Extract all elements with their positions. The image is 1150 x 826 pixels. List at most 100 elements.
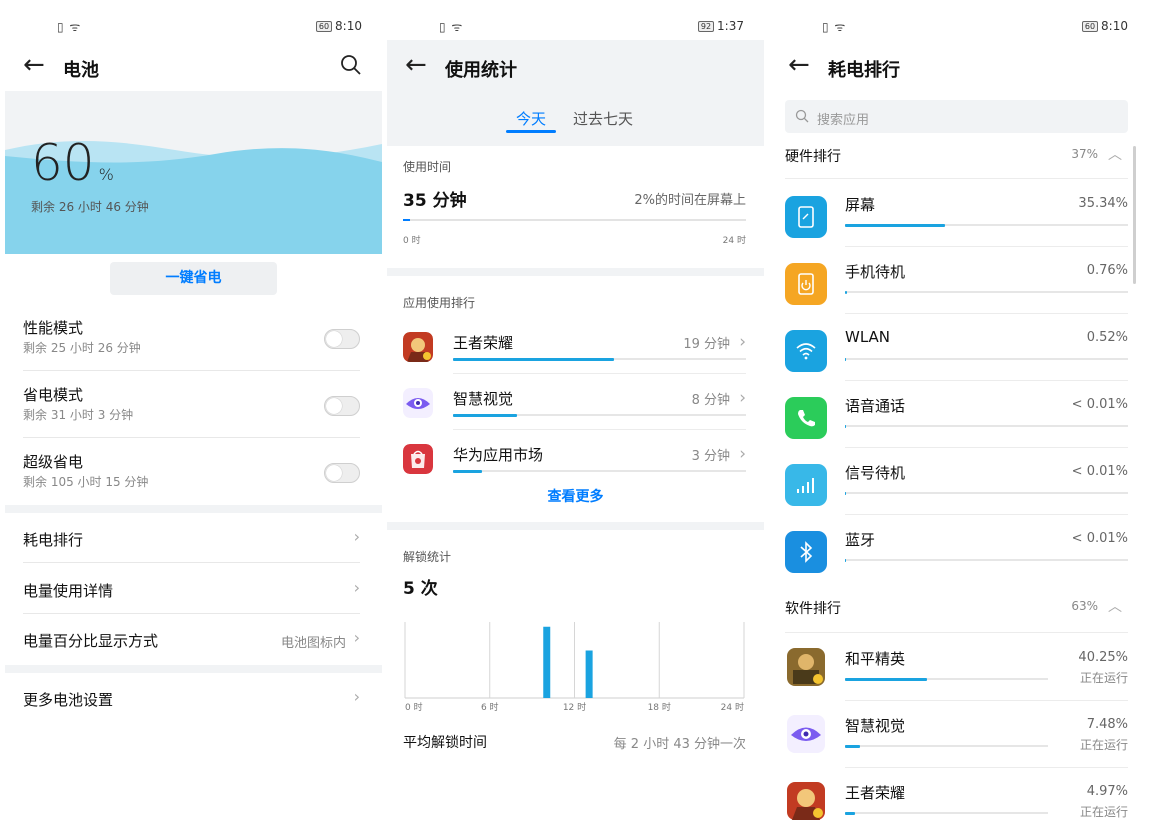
app-header: ← 耗电排行 xyxy=(770,46,1148,90)
link-percent-display[interactable]: 电量百分比显示方式 电池图标内 › xyxy=(23,614,360,664)
back-arrow-icon[interactable]: ← xyxy=(788,52,810,78)
app-usage-bar xyxy=(845,744,861,748)
hardware-usage-bar xyxy=(845,290,848,294)
performance-toggle[interactable] xyxy=(324,329,360,349)
chart-x-tick-label: 24 时 xyxy=(721,701,744,713)
app-row-wangzhe[interactable]: 王者荣耀 19 分钟 › xyxy=(403,318,746,374)
app-usage-bar xyxy=(453,469,483,473)
app-ranking-label: 应用使用排行 xyxy=(403,296,476,310)
app-percent: 7.48% xyxy=(1086,717,1128,732)
software-row[interactable]: 智慧视觉 7.48% 正在运行 xyxy=(785,701,1128,768)
scrollbar[interactable] xyxy=(1133,146,1136,284)
app-percent: 40.25% xyxy=(1078,650,1128,665)
hardware-percent: < 0.01% xyxy=(1071,397,1128,412)
app-status: 正在运行 xyxy=(1079,738,1128,752)
mode-row-performance[interactable]: 性能模式 剩余 25 小时 26 分钟 xyxy=(23,305,360,371)
status-time: 8:10 xyxy=(1101,19,1128,33)
chevron-right-icon: › xyxy=(353,527,360,546)
usage-time-value: 35 分钟 xyxy=(403,191,467,211)
page-title: 耗电排行 xyxy=(828,60,900,81)
search-input[interactable]: 搜索应用 xyxy=(785,100,1128,133)
hardware-name: 手机待机 xyxy=(845,263,906,281)
hardware-row[interactable]: 蓝牙 < 0.01% xyxy=(785,515,1128,582)
hardware-usage-bar xyxy=(845,424,846,428)
chart-bar xyxy=(585,650,593,698)
app-name: 王者荣耀 xyxy=(845,784,906,802)
app-row-huawei-appgallery[interactable]: 华为应用市场 3 分钟 › xyxy=(403,430,746,486)
usage-timeline xyxy=(403,219,746,221)
hardware-row[interactable]: 屏幕 35.34% xyxy=(785,180,1128,247)
one-key-save-button[interactable]: 一键省电 xyxy=(110,262,277,295)
eye-icon xyxy=(403,388,433,418)
battery-level-icon: 60 xyxy=(1081,20,1099,32)
chart-x-tick-label: 18 时 xyxy=(648,701,671,713)
link-usage-details[interactable]: 电量使用详情 › xyxy=(23,564,360,614)
power-saving-toggle[interactable] xyxy=(324,396,360,416)
hardware-row[interactable]: 信号待机 < 0.01% xyxy=(785,448,1128,515)
hardware-percent: < 0.01% xyxy=(1071,531,1128,546)
hardware-percent: 35.34% xyxy=(1078,196,1128,211)
hardware-usage-bar xyxy=(845,357,847,361)
app-header: ← 电池 xyxy=(5,46,382,90)
back-arrow-icon[interactable]: ← xyxy=(23,52,45,78)
hardware-ranking-header[interactable]: 硬件排行 37% ︿ xyxy=(785,138,1128,174)
chevron-right-icon: › xyxy=(353,578,360,597)
page-title: 使用统计 xyxy=(445,60,517,81)
view-more-link[interactable]: 查看更多 xyxy=(387,486,764,506)
hardware-row[interactable]: 语音通话 < 0.01% xyxy=(785,381,1128,448)
sim-wifi-icon: ▯ ᯤ xyxy=(439,20,464,34)
chevron-right-icon: › xyxy=(739,332,746,352)
chart-x-tick-label: 0 时 xyxy=(405,701,423,713)
back-arrow-icon[interactable]: ← xyxy=(405,52,427,78)
hardware-usage-bar xyxy=(845,558,846,562)
search-icon[interactable] xyxy=(340,54,362,76)
status-bar: ▯ ᯤ 92 1:37 xyxy=(387,0,764,40)
hardware-name: 蓝牙 xyxy=(845,531,876,549)
standby-icon xyxy=(785,263,827,305)
software-row[interactable]: 王者荣耀 4.97% 正在运行 xyxy=(785,768,1128,826)
app-header: ← 使用统计 xyxy=(387,46,764,90)
sim-wifi-icon: ▯ ᯤ xyxy=(57,20,82,34)
hardware-name: 语音通话 xyxy=(845,397,906,415)
battery-screen: ▯ ᯤ 60 8:10 ← 电池 60% 剩余 26 小时 46 分钟 一键省电 … xyxy=(5,0,382,826)
remaining-time: 剩余 26 小时 46 分钟 xyxy=(31,200,149,214)
software-row[interactable]: 和平精英 40.25% 正在运行 xyxy=(785,634,1128,701)
status-time: 8:10 xyxy=(335,19,362,33)
software-ranking-header[interactable]: 软件排行 63% ︿ xyxy=(785,590,1128,626)
app-name: 智慧视觉 xyxy=(845,717,906,735)
hardware-row[interactable]: 手机待机 0.76% xyxy=(785,247,1128,314)
tab-past-seven-days[interactable]: 过去七天 xyxy=(573,108,633,129)
bluetooth-icon xyxy=(785,531,827,573)
chevron-right-icon: › xyxy=(353,628,360,647)
wifi-icon xyxy=(785,330,827,372)
period-tabs: 今天 过去七天 xyxy=(387,108,764,138)
hardware-name: 信号待机 xyxy=(845,464,906,482)
chevron-right-icon: › xyxy=(353,687,360,706)
usage-timeline-fill xyxy=(403,219,410,221)
search-icon xyxy=(795,109,809,123)
screen-icon xyxy=(785,196,827,238)
battery-level-icon: 60 xyxy=(315,20,333,32)
app-percent: 4.97% xyxy=(1086,784,1128,799)
unlock-count: 5 次 xyxy=(403,579,438,599)
chevron-right-icon: › xyxy=(739,388,746,408)
link-power-ranking[interactable]: 耗电排行 › xyxy=(23,513,360,563)
hardware-name: 屏幕 xyxy=(845,196,876,214)
hardware-percent: 0.52% xyxy=(1086,330,1128,345)
ultra-saving-toggle[interactable] xyxy=(324,463,360,483)
hardware-row[interactable]: WLAN 0.52% xyxy=(785,314,1128,381)
mode-row-power-saving[interactable]: 省电模式 剩余 31 小时 3 分钟 xyxy=(23,372,360,438)
power-ranking-screen: ▯ ᯤ 60 8:10 ← 耗电排行 搜索应用 硬件排行 37% ︿ 屏幕 35.3… xyxy=(770,0,1148,826)
mode-row-ultra-saving[interactable]: 超级省电 剩余 105 小时 15 分钟 xyxy=(23,439,360,505)
hardware-name: WLAN xyxy=(845,328,891,346)
app-row-smart-vision[interactable]: 智慧视觉 8 分钟 › xyxy=(403,374,746,430)
chevron-up-icon: ︿ xyxy=(1108,147,1122,163)
app-status: 正在运行 xyxy=(1079,671,1128,685)
screen-time-note: 2%的时间在屏幕上 xyxy=(634,193,746,208)
app-usage-bar xyxy=(845,677,927,681)
peacekeeper-elite-icon xyxy=(787,648,825,686)
tab-today[interactable]: 今天 xyxy=(516,108,546,129)
avg-unlock-label: 平均解锁时间 xyxy=(403,735,487,751)
link-more-battery-settings[interactable]: 更多电池设置 › xyxy=(23,673,360,723)
usage-time-label: 使用时间 xyxy=(403,160,452,174)
